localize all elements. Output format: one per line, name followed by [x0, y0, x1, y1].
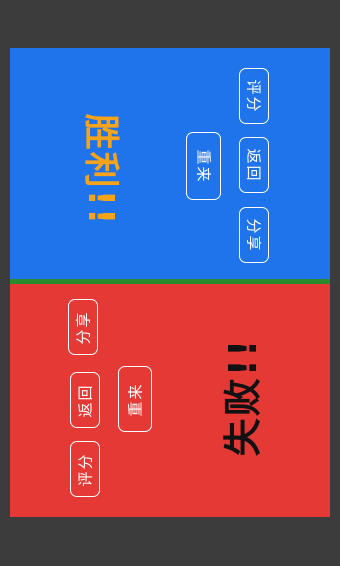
lose-retry-label: 重来 — [126, 381, 145, 417]
win-rate-label: 评分 — [244, 78, 263, 114]
win-share-label: 分享 — [244, 217, 263, 253]
win-rate-button[interactable]: 评分 — [239, 68, 269, 124]
top-letterbox — [0, 0, 340, 48]
win-back-button[interactable]: 返回 — [239, 137, 269, 193]
lose-rate-label: 评分 — [76, 451, 95, 487]
left-letterbox — [0, 48, 10, 517]
lose-share-label: 分享 — [74, 309, 93, 345]
bottom-letterbox — [0, 517, 340, 566]
win-back-label: 返回 — [244, 147, 263, 183]
lose-title-text: 失败!! — [220, 337, 265, 457]
win-title: 胜利!! — [80, 114, 126, 227]
win-share-button[interactable]: 分享 — [239, 207, 269, 263]
lose-back-button[interactable]: 返回 — [70, 372, 100, 428]
win-retry-button[interactable]: 重来 — [186, 132, 221, 200]
win-retry-label: 重来 — [194, 148, 213, 184]
win-title-text: 胜利!! — [80, 113, 121, 227]
lose-back-label: 返回 — [76, 382, 95, 418]
win-panel — [10, 48, 330, 279]
lose-title: 失败!! — [216, 338, 265, 457]
lose-panel — [10, 284, 330, 517]
lose-rate-button[interactable]: 评分 — [70, 441, 100, 497]
right-letterbox — [330, 48, 340, 517]
lose-retry-button[interactable]: 重来 — [118, 366, 152, 432]
game-screen: 胜利!! 评分 返回 分享 重来 失败!! 分享 返回 评分 重来 — [0, 0, 340, 566]
lose-share-button[interactable]: 分享 — [68, 299, 98, 355]
